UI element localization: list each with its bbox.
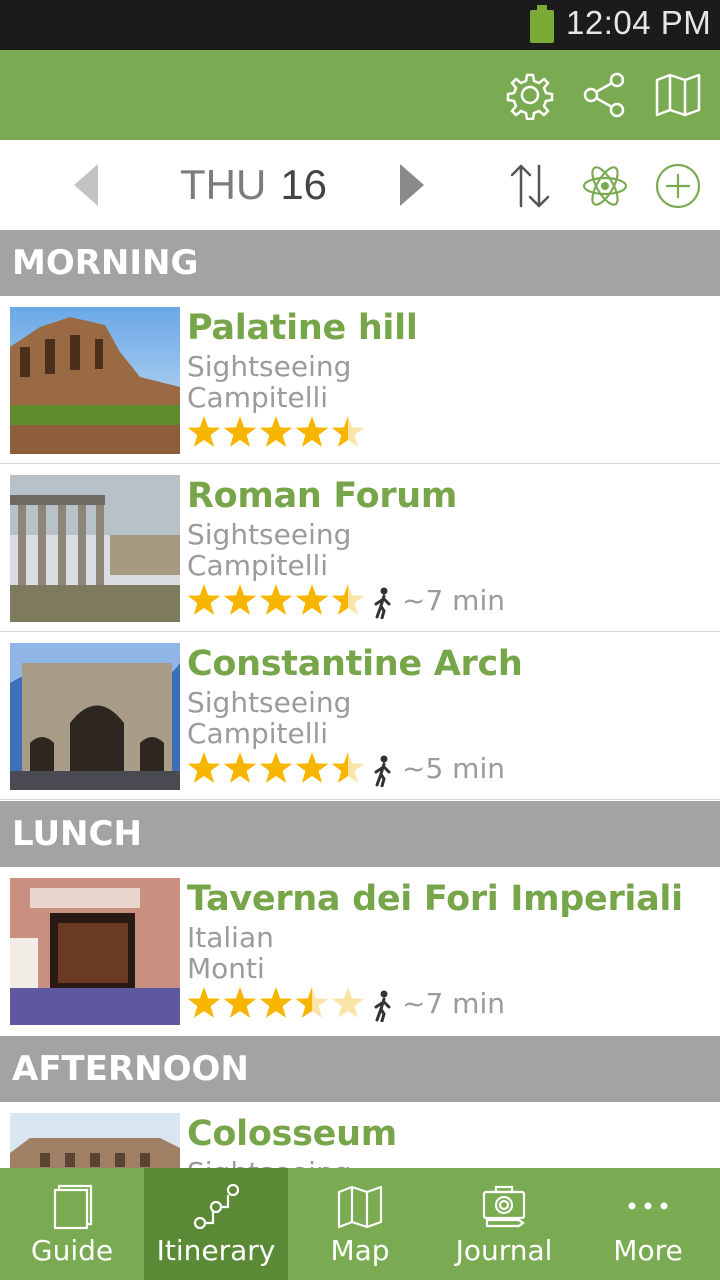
current-date: THU 16	[180, 160, 327, 210]
rating-stars	[187, 584, 365, 615]
place-area: Campitelli	[187, 549, 329, 582]
section-header-morning: MORNING	[0, 230, 720, 296]
prev-day-arrow-icon[interactable]	[72, 162, 100, 208]
tab-label: Journal	[455, 1234, 553, 1267]
place-title[interactable]: Constantine Arch	[187, 644, 523, 684]
tab-journal[interactable]: Journal	[432, 1168, 576, 1280]
section-header-afternoon: AFTERNOON	[0, 1036, 720, 1102]
star-filled	[259, 416, 293, 447]
walking-icon	[374, 755, 391, 787]
place-title[interactable]: Taverna dei Fori Imperiali	[187, 879, 683, 919]
list-item[interactable]: Constantine Arch Sightseeing Campitelli …	[0, 632, 720, 800]
rating-stars	[187, 752, 365, 783]
next-day-arrow-icon[interactable]	[398, 162, 426, 208]
place-category: Italian	[187, 921, 274, 954]
day-of-week: THU	[180, 161, 267, 208]
place-photo	[10, 643, 180, 790]
star-filled	[259, 752, 293, 783]
guide-book-icon	[53, 1184, 93, 1230]
date-navigation: THU 16	[0, 140, 720, 230]
place-photo	[10, 475, 180, 622]
star-empty	[331, 987, 365, 1018]
place-category: Sightseeing	[187, 350, 352, 383]
rating-stars	[187, 416, 365, 447]
star-filled	[295, 584, 329, 615]
more-dots-icon	[628, 1202, 668, 1210]
place-category: Sightseeing	[187, 518, 352, 551]
map-icon	[337, 1185, 383, 1229]
atom-icon[interactable]	[580, 161, 630, 211]
rating-stars	[187, 987, 365, 1018]
place-area: Campitelli	[187, 381, 329, 414]
place-title[interactable]: Colosseum	[187, 1114, 397, 1154]
status-bar: 12:04 PM	[0, 0, 720, 50]
sort-icon[interactable]	[506, 162, 554, 210]
tab-more[interactable]: More	[576, 1168, 720, 1280]
star-filled	[295, 752, 329, 783]
star-filled	[223, 584, 257, 615]
battery-icon	[530, 5, 554, 43]
place-title[interactable]: Roman Forum	[187, 476, 457, 516]
tab-guide[interactable]: Guide	[0, 1168, 144, 1280]
section-header-lunch: LUNCH	[0, 801, 720, 867]
walking-icon	[374, 587, 391, 619]
star-filled	[187, 584, 221, 615]
walk-time: ~7 min	[402, 584, 505, 617]
camera-icon	[482, 1185, 526, 1228]
status-clock: 12:04 PM	[566, 4, 712, 41]
map-icon[interactable]	[653, 70, 703, 120]
gear-icon[interactable]	[505, 70, 555, 120]
walk-time: ~5 min	[402, 752, 505, 785]
tab-label: Itinerary	[156, 1234, 276, 1267]
list-item[interactable]: Taverna dei Fori Imperiali Italian Monti…	[0, 867, 720, 1035]
day-number: 16	[280, 161, 328, 208]
list-item[interactable]: Roman Forum Sightseeing Campitelli ~7 mi…	[0, 464, 720, 632]
walk-time: ~7 min	[402, 987, 505, 1020]
tab-itinerary[interactable]: Itinerary	[144, 1168, 288, 1280]
place-category: Sightseeing	[187, 686, 352, 719]
star-filled	[259, 584, 293, 615]
share-icon[interactable]	[579, 70, 629, 120]
tab-label: Map	[330, 1234, 390, 1267]
app-toolbar	[0, 50, 720, 140]
place-photo	[10, 878, 180, 1025]
tab-map[interactable]: Map	[288, 1168, 432, 1280]
add-icon[interactable]	[655, 163, 701, 209]
star-filled	[259, 987, 293, 1018]
star-filled	[223, 987, 257, 1018]
place-photo	[10, 307, 180, 454]
bottom-navigation: Guide Itinerary Map Journal More	[0, 1168, 720, 1280]
tab-label: Guide	[30, 1234, 114, 1267]
star-filled	[187, 416, 221, 447]
place-area: Monti	[187, 952, 265, 985]
tab-label: More	[613, 1234, 683, 1267]
star-filled	[223, 752, 257, 783]
place-area: Campitelli	[187, 717, 329, 750]
list-item[interactable]: Palatine hill Sightseeing Campitelli	[0, 296, 720, 464]
place-title[interactable]: Palatine hill	[187, 308, 418, 348]
itinerary-route-icon	[193, 1183, 240, 1230]
star-filled	[295, 416, 329, 447]
walking-icon	[374, 990, 391, 1022]
star-filled	[187, 752, 221, 783]
star-filled	[187, 987, 221, 1018]
star-filled	[223, 416, 257, 447]
